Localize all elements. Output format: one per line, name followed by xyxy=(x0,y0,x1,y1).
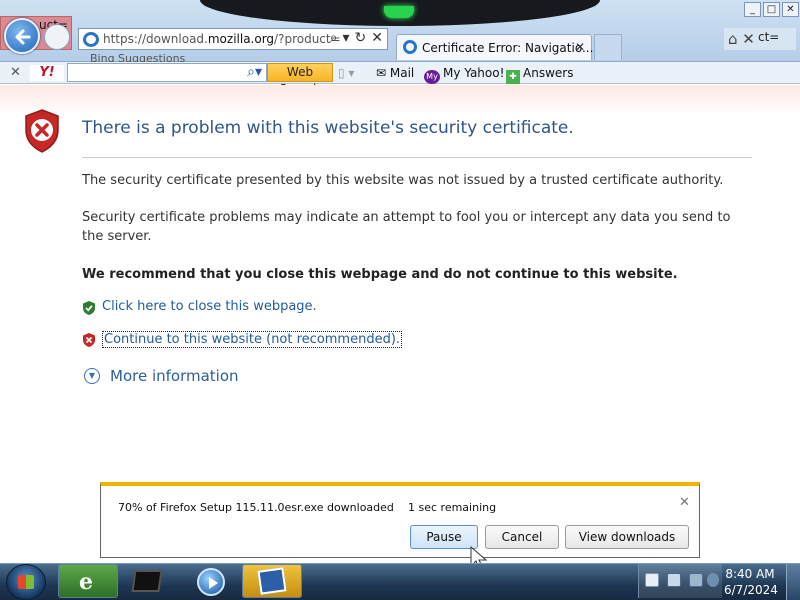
ie-page-icon xyxy=(83,32,99,47)
forward-button[interactable] xyxy=(44,24,70,50)
download-close-icon[interactable]: ✕ xyxy=(679,495,690,510)
system-tray xyxy=(638,564,722,598)
recommendation-text: We recommend that you close this webpage… xyxy=(82,267,678,282)
taskbar-setup[interactable] xyxy=(242,564,302,598)
taskbar-terminal[interactable] xyxy=(118,564,178,598)
answers-link[interactable]: ✚ Answers xyxy=(506,66,573,84)
clock-time: 8:40 AM xyxy=(725,567,775,581)
clock-date: 6/7/2024 xyxy=(724,583,778,597)
volume-tray-icon[interactable] xyxy=(707,573,719,587)
back-button[interactable] xyxy=(4,18,40,54)
cancel-button[interactable]: Cancel xyxy=(485,525,559,549)
magnifier-icon[interactable]: ⌕▾ xyxy=(247,64,262,80)
dropdown-icon[interactable]: ▾ xyxy=(343,30,350,46)
windows-logo-icon xyxy=(18,575,34,589)
window-controls: _ □ ✕ xyxy=(744,2,800,18)
tab-certificate-error[interactable]: Certificate Error: Navigatio... ✕ xyxy=(396,34,594,60)
toolbar-close-icon[interactable]: ✕ xyxy=(10,65,21,80)
expand-chevron-icon: ▼ xyxy=(84,368,100,384)
clock[interactable]: 8:40 AM 6/7/2024 xyxy=(724,566,778,598)
yahoo-search-input[interactable]: ⌕▾ xyxy=(67,63,267,82)
display-tray-icon[interactable] xyxy=(689,573,703,587)
my-yahoo-icon: My xyxy=(424,70,440,84)
answers-icon: ✚ xyxy=(506,70,520,84)
my-yahoo-link[interactable]: My My Yahoo! xyxy=(424,66,504,84)
download-time-remaining: 1 sec remaining xyxy=(408,501,497,514)
answers-label: Answers xyxy=(523,66,574,80)
ie-tab-icon xyxy=(403,40,417,54)
address-bar[interactable]: https://download.mozilla.org/?product= ⌕… xyxy=(78,28,388,50)
restore-button[interactable]: □ xyxy=(763,2,780,17)
ie-icon: e xyxy=(79,569,93,595)
view-downloads-button[interactable]: View downloads xyxy=(565,525,689,549)
address-url[interactable]: https://download.mozilla.org/?product= xyxy=(103,32,341,46)
toolbar-options-icon[interactable]: ▯ ▾ xyxy=(338,66,354,80)
right-thumbnail-text: ct= xyxy=(758,30,780,44)
search-icon[interactable]: ⌕ xyxy=(330,30,338,46)
close-window-button[interactable]: ✕ xyxy=(782,2,799,17)
stop-icon[interactable]: ✕ xyxy=(371,30,383,46)
page-title: There is a problem with this website's s… xyxy=(82,118,574,138)
more-information-label: More information xyxy=(110,367,239,385)
paragraph-warning: Security certificate problems may indica… xyxy=(82,210,731,244)
paragraph-untrusted: The security certificate presented by th… xyxy=(82,173,724,188)
refresh-icon[interactable]: ↻ xyxy=(355,30,367,46)
network-tray-icon[interactable] xyxy=(667,573,681,587)
minimize-button[interactable]: _ xyxy=(744,2,761,17)
tab-title: Certificate Error: Navigatio... xyxy=(422,41,594,55)
divider xyxy=(82,157,752,158)
home-icon[interactable]: ⌂ ✕ xyxy=(728,30,755,48)
web-search-button[interactable]: Web Search xyxy=(267,63,333,96)
green-shield-icon xyxy=(83,301,95,315)
error-shield-icon xyxy=(25,109,59,153)
close-webpage-label: Click here to close this webpage. xyxy=(102,299,317,314)
start-button[interactable] xyxy=(6,564,46,600)
taskbar-media-player[interactable] xyxy=(180,564,240,598)
terminal-icon xyxy=(131,570,163,592)
taskbar-ie[interactable]: e xyxy=(58,564,118,598)
download-status: 70% of Firefox Setup 115.11.0esr.exe dow… xyxy=(118,501,394,514)
back-arrow-icon xyxy=(15,29,31,45)
mail-link[interactable]: ✉ Mail xyxy=(376,66,414,80)
tab-close-icon[interactable]: ✕ xyxy=(575,40,585,54)
security-tray-icon[interactable] xyxy=(645,573,659,587)
camera-indicator xyxy=(384,6,414,18)
setup-icon xyxy=(257,567,287,595)
mail-label: Mail xyxy=(389,66,415,80)
show-desktop-button[interactable] xyxy=(786,564,800,600)
red-shield-icon xyxy=(83,333,95,347)
continue-website-label: Continue to this website (not recommende… xyxy=(102,331,403,348)
address-tools: ⌕ ▾ ↻ ✕ xyxy=(330,30,383,46)
my-yahoo-label: My Yahoo! xyxy=(443,66,505,80)
new-tab-button[interactable] xyxy=(594,34,622,60)
pause-button[interactable]: Pause xyxy=(410,525,478,549)
yahoo-logo[interactable]: Y! xyxy=(30,65,64,81)
media-player-icon xyxy=(197,568,225,596)
